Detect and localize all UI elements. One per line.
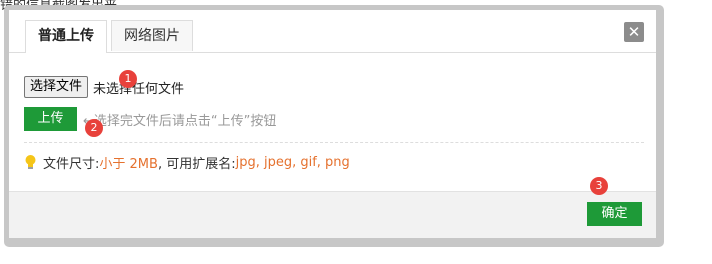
file-input-row: 选择文件 未选择任何文件 [24,76,184,98]
extension-label: , 可用扩展名: [157,156,236,172]
upload-dialog: 普通上传 网络图片 ✕ 选择文件 未选择任何文件 上传 ←选择完文件后请点击“上… [9,10,656,238]
close-icon: ✕ [627,23,641,41]
annotation-marker-2: 2 [85,119,103,137]
extension-value: jpg, jpeg, gif, png [235,154,350,170]
choose-file-button[interactable]: 选择文件 [24,76,89,98]
upload-hint: ←选择完文件后请点击“上传”按钮 [83,113,277,129]
upload-row: 上传 ←选择完文件后请点击“上传”按钮 [24,107,276,131]
file-status-text: 未选择任何文件 [93,81,185,97]
close-button[interactable]: ✕ [624,22,644,42]
size-label: 文件尺寸: [43,156,100,172]
annotation-marker-1: 1 [119,70,137,88]
upload-button[interactable]: 上传 [24,107,77,131]
dialog-footer: 确定 [9,191,656,238]
confirm-button[interactable]: 确定 [587,202,642,226]
annotation-marker-3: 3 [590,177,608,195]
tab-network-image[interactable]: 网络图片 [111,20,193,51]
lightbulb-icon [25,155,36,169]
file-info: 文件尺寸: 小于 2MB , 可用扩展名: jpg, jpeg, gif, pn… [24,153,350,172]
divider [24,142,644,143]
tab-bar: 普通上传 网络图片 ✕ [9,10,656,53]
size-value: 小于 2MB [99,156,158,172]
tab-local-upload[interactable]: 普通上传 [25,20,107,53]
